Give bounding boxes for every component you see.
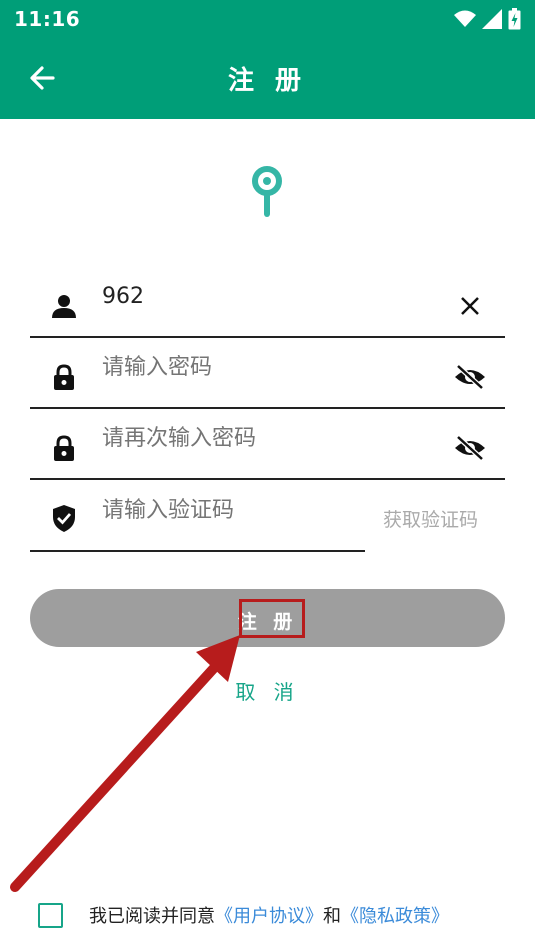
username-field-row	[30, 268, 505, 338]
shield-check-icon	[53, 505, 75, 532]
page-title: 注 册	[227, 66, 308, 96]
confirm-password-field-row	[30, 410, 505, 480]
verification-code-input[interactable]	[102, 498, 352, 523]
username-underline	[30, 336, 505, 338]
cancel-link[interactable]: 取 消	[0, 676, 535, 705]
signal-icon	[482, 9, 502, 29]
password-underline	[30, 407, 505, 409]
battery-charging-icon	[508, 8, 521, 30]
get-code-button[interactable]: 获取验证码	[383, 505, 478, 532]
agreement-conjunction: 和	[323, 906, 341, 927]
app-logo-icon	[252, 166, 282, 217]
verification-code-field-row	[30, 482, 365, 552]
lock-icon	[54, 435, 74, 461]
verification-code-underline	[30, 550, 365, 552]
confirm-password-input[interactable]	[102, 426, 432, 451]
user-agreement-link[interactable]: 《用户协议》	[215, 902, 323, 928]
agreement-row: 我已阅读并同意 《用户协议》 和 《隐私政策》	[38, 900, 449, 930]
annotation-highlight-box	[239, 599, 305, 638]
confirm-password-underline	[30, 478, 505, 480]
password-field-row	[30, 339, 505, 409]
password-input[interactable]	[102, 355, 432, 380]
app-bar: 注 册	[0, 38, 535, 119]
status-time: 11:16	[14, 7, 81, 31]
privacy-policy-link[interactable]: 《隐私政策》	[341, 902, 449, 928]
clear-icon	[461, 297, 479, 315]
eye-off-icon	[455, 364, 485, 390]
agreement-prefix: 我已阅读并同意	[89, 906, 215, 927]
wifi-icon	[454, 10, 476, 27]
clear-button[interactable]	[453, 292, 487, 320]
status-icons	[454, 8, 521, 30]
agreement-checkbox[interactable]	[38, 902, 63, 928]
username-input[interactable]	[102, 284, 432, 309]
person-icon	[52, 295, 76, 318]
toggle-confirm-password-visibility[interactable]	[453, 434, 487, 462]
lock-icon	[54, 364, 74, 390]
toggle-password-visibility[interactable]	[453, 363, 487, 391]
status-bar: 11:16	[0, 0, 535, 38]
eye-off-icon	[455, 435, 485, 461]
